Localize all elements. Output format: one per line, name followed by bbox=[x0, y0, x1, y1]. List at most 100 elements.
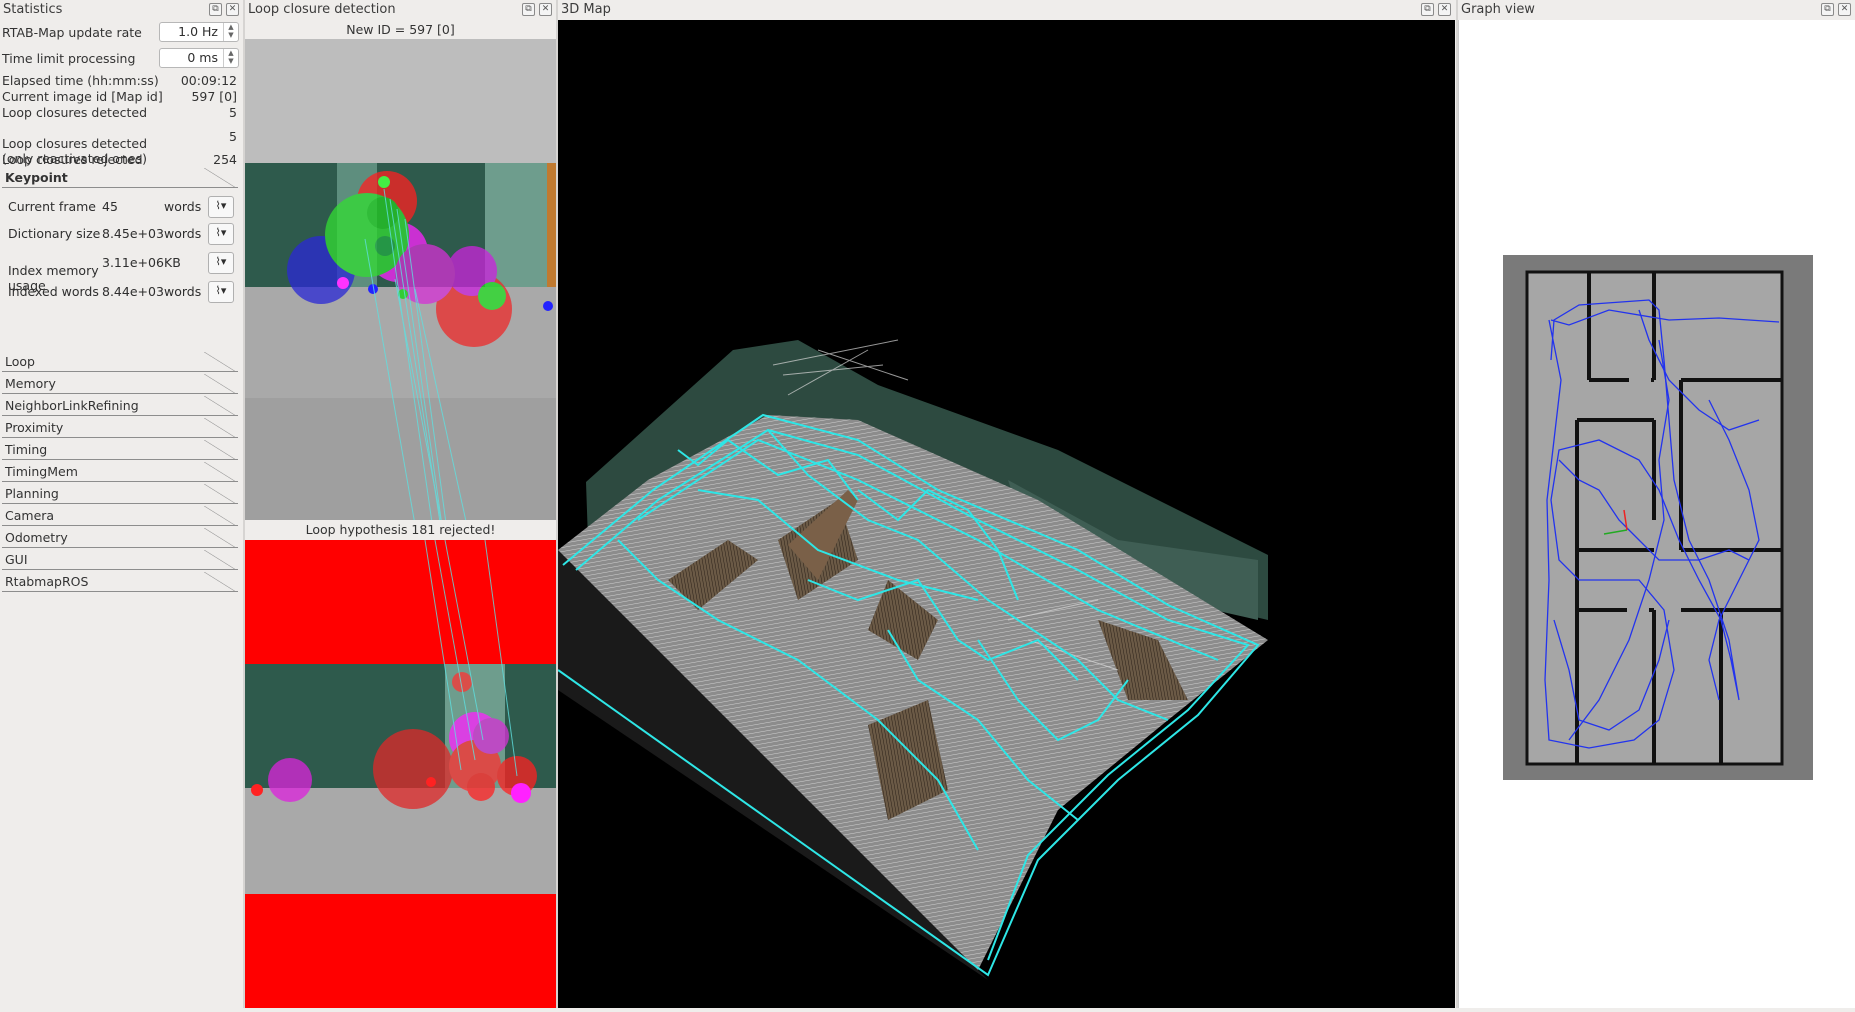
keypoint-row: Current frame 45 words ⌇▾ bbox=[8, 196, 234, 218]
divider bbox=[204, 484, 236, 504]
stat-row: Current image id [Map id] 597 [0] bbox=[2, 89, 239, 104]
close-icon[interactable]: ✕ bbox=[539, 3, 552, 16]
time-limit-spinbox[interactable]: 0 ms ▲ ▼ bbox=[159, 48, 239, 68]
map3d-dock-buttons: ⧉ ✕ bbox=[1421, 3, 1451, 16]
divider bbox=[2, 437, 238, 438]
section-timing-mem[interactable]: TimingMem bbox=[2, 462, 238, 482]
keypoint-value: 8.44e+03 bbox=[102, 284, 164, 299]
stat-value: 597 [0] bbox=[191, 89, 237, 104]
divider bbox=[2, 371, 238, 372]
section-odometry[interactable]: Odometry bbox=[2, 528, 238, 548]
stat-value: 254 bbox=[213, 152, 237, 167]
divider bbox=[2, 481, 238, 482]
keypoint-label: Dictionary size bbox=[8, 226, 101, 241]
float-icon[interactable]: ⧉ bbox=[1821, 3, 1834, 16]
keypoint-value: 3.11e+06 bbox=[102, 255, 164, 270]
section-label: TimingMem bbox=[5, 464, 78, 479]
stat-value: 5 bbox=[229, 105, 237, 120]
divider bbox=[2, 503, 238, 504]
section-gui[interactable]: GUI bbox=[2, 550, 238, 570]
divider bbox=[204, 550, 236, 570]
keypoint-unit: KB bbox=[164, 255, 181, 270]
update-rate-label: RTAB-Map update rate bbox=[2, 25, 142, 40]
section-label: GUI bbox=[5, 552, 28, 567]
plot-icon[interactable]: ⌇▾ bbox=[208, 252, 234, 274]
stat-row: Loop closures detected 5 bbox=[2, 105, 239, 120]
graph-viewport[interactable] bbox=[1458, 20, 1855, 1008]
plot-icon[interactable]: ⌇▾ bbox=[208, 281, 234, 303]
section-camera[interactable]: Camera bbox=[2, 506, 238, 526]
map3d-title: 3D Map bbox=[561, 2, 611, 17]
graph-canvas bbox=[1503, 255, 1813, 780]
divider bbox=[2, 547, 238, 548]
section-label: Camera bbox=[5, 508, 55, 523]
divider bbox=[204, 440, 236, 460]
divider bbox=[204, 462, 236, 482]
section-neighbor-link-refining[interactable]: NeighborLinkRefining bbox=[2, 396, 238, 416]
statistics-title: Statistics bbox=[3, 2, 63, 17]
divider bbox=[204, 168, 236, 188]
section-loop[interactable]: Loop bbox=[2, 352, 238, 372]
loop-hypothesis-caption: Loop hypothesis 181 rejected! bbox=[305, 522, 496, 537]
divider bbox=[204, 396, 236, 416]
section-timing[interactable]: Timing bbox=[2, 440, 238, 460]
loop-closure-title: Loop closure detection bbox=[248, 2, 396, 17]
section-label: Planning bbox=[5, 486, 59, 501]
keypoint-label: Indexed words bbox=[8, 284, 99, 299]
spin-arrows-icon[interactable]: ▲ ▼ bbox=[223, 23, 238, 41]
close-icon[interactable]: ✕ bbox=[1838, 3, 1851, 16]
float-icon[interactable]: ⧉ bbox=[209, 3, 222, 16]
section-proximity[interactable]: Proximity bbox=[2, 418, 238, 438]
stat-row: Elapsed time (hh:mm:ss) 00:09:12 bbox=[2, 73, 239, 88]
loop-image-canvas bbox=[245, 540, 556, 1008]
float-icon[interactable]: ⧉ bbox=[1421, 3, 1434, 16]
close-icon[interactable]: ✕ bbox=[1438, 3, 1451, 16]
section-label: Loop bbox=[5, 354, 35, 369]
time-limit-label: Time limit processing bbox=[2, 51, 136, 66]
graph-view-title: Graph view bbox=[1461, 2, 1535, 17]
stat-value: 00:09:12 bbox=[180, 73, 237, 88]
keypoint-row: Dictionary size 8.45e+03 words ⌇▾ bbox=[8, 223, 234, 245]
loop-dock-buttons: ⧉ ✕ bbox=[522, 3, 552, 16]
stat-label: Loop closures detected bbox=[2, 105, 148, 120]
section-planning[interactable]: Planning bbox=[2, 484, 238, 504]
plot-icon[interactable]: ⌇▾ bbox=[208, 196, 234, 218]
keypoint-unit: words bbox=[164, 226, 202, 241]
keypoint-value: 45 bbox=[102, 199, 118, 214]
section-label: Keypoint bbox=[5, 170, 68, 185]
loop-closure-dock: Loop closure detection ⧉ ✕ New ID = 597 … bbox=[245, 0, 556, 1008]
divider bbox=[2, 591, 238, 592]
section-memory[interactable]: Memory bbox=[2, 374, 238, 394]
keypoint-unit: words bbox=[164, 199, 202, 214]
section-label: Timing bbox=[5, 442, 48, 457]
section-keypoint-header[interactable]: Keypoint bbox=[2, 168, 238, 188]
spin-arrows-icon[interactable]: ▲ ▼ bbox=[223, 49, 238, 67]
stat-label: Current image id [Map id] bbox=[2, 89, 163, 104]
divider bbox=[204, 506, 236, 526]
map3d-viewport[interactable] bbox=[557, 20, 1455, 1008]
divider bbox=[204, 352, 236, 372]
divider bbox=[204, 418, 236, 438]
plot-icon[interactable]: ⌇▾ bbox=[208, 223, 234, 245]
keypoint-unit: words bbox=[164, 284, 202, 299]
float-icon[interactable]: ⧉ bbox=[522, 3, 535, 16]
divider bbox=[2, 393, 238, 394]
stat-label: Elapsed time (hh:mm:ss) bbox=[2, 73, 159, 88]
divider bbox=[204, 528, 236, 548]
time-limit-value: 0 ms bbox=[187, 50, 218, 65]
new-image-canvas bbox=[245, 39, 556, 520]
keypoint-panel: Current frame 45 words ⌇▾ Dictionary siz… bbox=[2, 186, 240, 352]
new-id-caption: New ID = 597 [0] bbox=[346, 22, 455, 37]
update-rate-spinbox[interactable]: 1.0 Hz ▲ ▼ bbox=[159, 22, 239, 42]
close-icon[interactable]: ✕ bbox=[226, 3, 239, 16]
section-label: Proximity bbox=[5, 420, 64, 435]
section-label: NeighborLinkRefining bbox=[5, 398, 139, 413]
divider bbox=[2, 569, 238, 570]
new-image-view[interactable] bbox=[245, 39, 556, 520]
divider bbox=[2, 415, 238, 416]
section-label: Odometry bbox=[5, 530, 68, 545]
graph-view-dock: Graph view ⧉ ✕ bbox=[1458, 0, 1855, 1008]
stat-value: 5 bbox=[229, 129, 237, 144]
loop-image-view[interactable] bbox=[245, 540, 556, 1008]
section-rtabmap-ros[interactable]: RtabmapROS bbox=[2, 572, 238, 592]
